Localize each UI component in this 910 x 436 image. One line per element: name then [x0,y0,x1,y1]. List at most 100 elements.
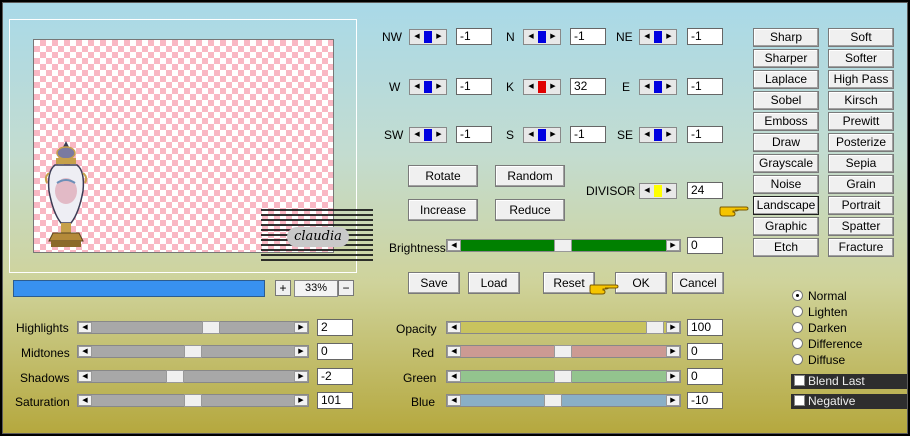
rotate-button[interactable]: Rotate [408,165,478,187]
shadows-value[interactable]: -2 [317,368,353,385]
arrow-right-icon[interactable]: ▶ [294,371,308,382]
preset-laplace[interactable]: Laplace [753,70,819,89]
blend-normal[interactable]: Normal [792,289,847,304]
radio-selected-icon[interactable] [792,290,803,301]
preset-emboss[interactable]: Emboss [753,112,819,131]
brightness-value[interactable]: 0 [687,237,723,254]
arrow-right-icon[interactable]: ▶ [294,395,308,406]
arrow-right-icon[interactable]: ▶ [666,240,680,251]
s-spinner[interactable]: ◀ ▶ [523,127,561,143]
saturation-slider[interactable]: ◀ ▶ [77,394,309,407]
preset-spatter[interactable]: Spatter [828,217,894,236]
blend-darken[interactable]: Darken [792,321,847,336]
preset-portrait[interactable]: Portrait [828,196,894,215]
slider-thumb[interactable] [202,321,220,334]
slider-thumb[interactable] [554,370,572,383]
preset-sepia[interactable]: Sepia [828,154,894,173]
preset-noise[interactable]: Noise [753,175,819,194]
slider-thumb[interactable] [184,394,202,407]
divisor-spinner[interactable]: ◀ ▶ [639,183,677,199]
arrow-left-icon[interactable]: ◀ [447,322,461,333]
preset-sharper[interactable]: Sharper [753,49,819,68]
arrow-left-icon[interactable]: ◀ [447,371,461,382]
arrow-right-icon[interactable]: ▶ [666,395,680,406]
preset-graphic[interactable]: Graphic [753,217,819,236]
nw-spinner[interactable]: ◀ ▶ [409,29,447,45]
blue-value[interactable]: -10 [687,392,723,409]
highlights-slider[interactable]: ◀ ▶ [77,321,309,334]
arrow-right-icon[interactable]: ▶ [666,371,680,382]
green-slider[interactable]: ◀ ▶ [446,370,681,383]
red-slider[interactable]: ◀ ▶ [446,345,681,358]
blend-difference[interactable]: Difference [792,337,862,352]
blue-slider[interactable]: ◀ ▶ [446,394,681,407]
reset-button[interactable]: Reset [543,272,595,294]
slider-thumb[interactable] [554,345,572,358]
zoom-in-button[interactable]: + [275,280,291,296]
arrow-left-icon[interactable]: ◀ [447,395,461,406]
se-spinner[interactable]: ◀ ▶ [639,127,677,143]
midtones-value[interactable]: 0 [317,343,353,360]
se-value[interactable]: -1 [687,126,723,143]
blend-diffuse[interactable]: Diffuse [792,353,845,368]
preset-high-pass[interactable]: High Pass [828,70,894,89]
slider-thumb[interactable] [166,370,184,383]
arrow-right-icon[interactable]: ▶ [294,346,308,357]
n-spinner[interactable]: ◀ ▶ [523,29,561,45]
arrow-left-icon[interactable]: ◀ [78,371,92,382]
w-spinner[interactable]: ◀ ▶ [409,79,447,95]
slider-thumb[interactable] [184,345,202,358]
saturation-value[interactable]: 101 [317,392,353,409]
brightness-slider[interactable]: ◀ ▶ [446,239,681,252]
radio-icon[interactable] [792,322,803,333]
preset-landscape[interactable]: Landscape [753,196,819,215]
slider-thumb[interactable] [544,394,562,407]
random-button[interactable]: Random [495,165,565,187]
k-value[interactable]: 32 [570,78,606,95]
radio-icon[interactable] [792,354,803,365]
midtones-slider[interactable]: ◀ ▶ [77,345,309,358]
ne-value[interactable]: -1 [687,28,723,45]
increase-button[interactable]: Increase [408,199,478,221]
ne-spinner[interactable]: ◀ ▶ [639,29,677,45]
ok-button[interactable]: OK [615,272,667,294]
zoom-out-button[interactable]: − [338,280,354,296]
s-value[interactable]: -1 [570,126,606,143]
save-button[interactable]: Save [408,272,460,294]
preset-prewitt[interactable]: Prewitt [828,112,894,131]
preset-fracture[interactable]: Fracture [828,238,894,257]
preset-etch[interactable]: Etch [753,238,819,257]
green-value[interactable]: 0 [687,368,723,385]
reduce-button[interactable]: Reduce [495,199,565,221]
arrow-left-icon[interactable]: ◀ [447,240,461,251]
w-value[interactable]: -1 [456,78,492,95]
preset-grayscale[interactable]: Grayscale [753,154,819,173]
preset-sobel[interactable]: Sobel [753,91,819,110]
arrow-right-icon[interactable]: ▶ [666,322,680,333]
k-spinner[interactable]: ◀ ▶ [523,79,561,95]
slider-thumb[interactable] [554,239,572,252]
checkbox-icon[interactable] [794,395,805,406]
arrow-left-icon[interactable]: ◀ [78,395,92,406]
highlights-value[interactable]: 2 [317,319,353,336]
arrow-left-icon[interactable]: ◀ [78,322,92,333]
e-value[interactable]: -1 [687,78,723,95]
divisor-value[interactable]: 24 [687,182,723,199]
red-value[interactable]: 0 [687,343,723,360]
radio-icon[interactable] [792,338,803,349]
preset-grain[interactable]: Grain [828,175,894,194]
preset-softer[interactable]: Softer [828,49,894,68]
arrow-left-icon[interactable]: ◀ [447,346,461,357]
slider-thumb[interactable] [646,321,664,334]
e-spinner[interactable]: ◀ ▶ [639,79,677,95]
shadows-slider[interactable]: ◀ ▶ [77,370,309,383]
preset-sharp[interactable]: Sharp [753,28,819,47]
sw-value[interactable]: -1 [456,126,492,143]
arrow-left-icon[interactable]: ◀ [78,346,92,357]
arrow-right-icon[interactable]: ▶ [294,322,308,333]
preset-posterize[interactable]: Posterize [828,133,894,152]
blend-lighten[interactable]: Lighten [792,305,847,320]
preset-soft[interactable]: Soft [828,28,894,47]
load-button[interactable]: Load [468,272,520,294]
arrow-right-icon[interactable]: ▶ [666,346,680,357]
